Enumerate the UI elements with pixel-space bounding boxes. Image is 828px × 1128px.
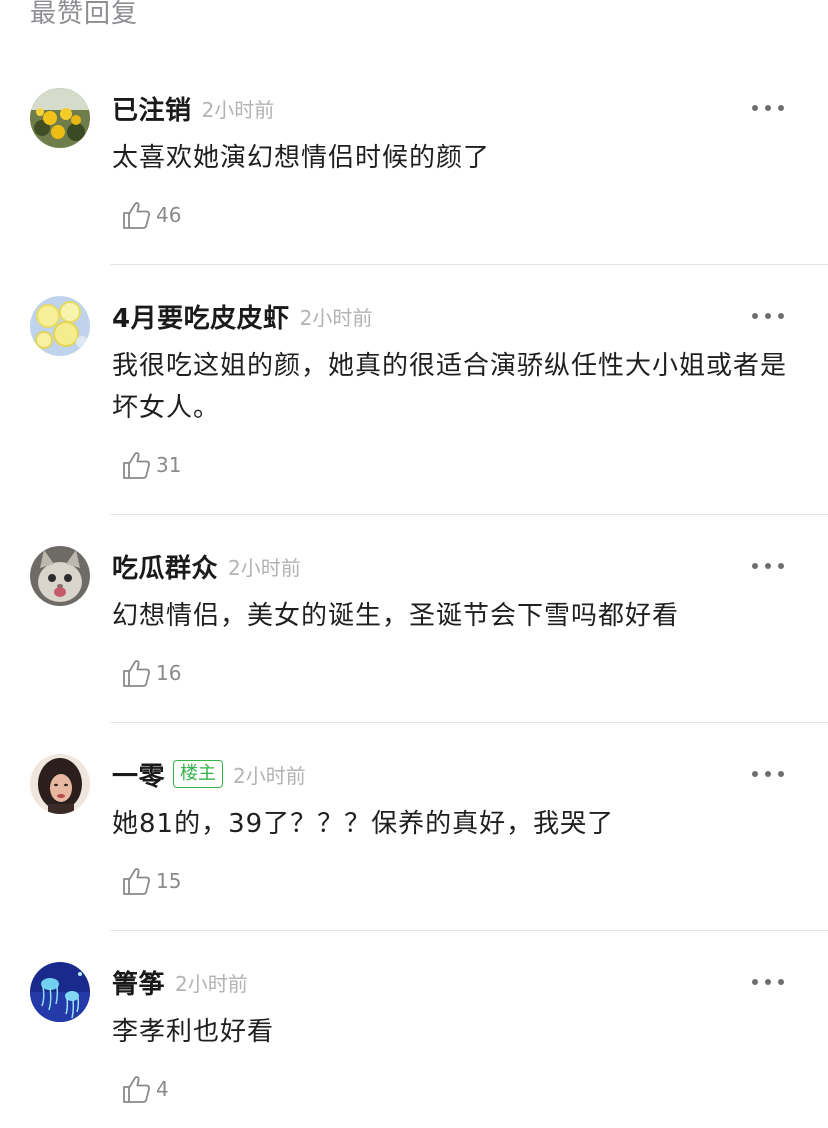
like-button[interactable]: 31 [120,448,181,482]
like-count: 4 [156,1077,169,1101]
section-title: 最赞回复 [30,0,139,29]
lemon-slices-avatar[interactable] [30,296,90,356]
like-button[interactable]: 15 [120,864,181,898]
op-badge: 楼主 [173,760,224,788]
like-button[interactable]: 46 [120,198,181,232]
like-button[interactable]: 4 [120,1072,169,1106]
jellyfish-avatar[interactable] [30,962,90,1022]
more-options-icon[interactable] [752,556,784,576]
more-options-icon[interactable] [752,98,784,118]
thumbs-up-icon [123,202,151,229]
comment-text: 她81的，39了？？？保养的真好，我哭了 [112,809,615,839]
username[interactable]: 吃瓜群众 [112,548,218,585]
divider [110,264,828,265]
cat-avatar[interactable] [30,546,90,606]
more-options-icon[interactable] [752,306,784,326]
divider [110,930,828,931]
username[interactable]: 箐筝 [112,964,165,1001]
timestamp: 2小时前 [175,971,248,996]
like-button[interactable]: 16 [120,656,181,690]
thumbs-up-icon [123,1076,151,1103]
timestamp: 2小时前 [299,305,373,330]
username[interactable]: 一零 [112,756,165,793]
comment-text: 我很吃这姐的颜，她真的很适合演骄纵任性大小姐或者是坏女人。 [112,351,788,423]
yellow-roses-avatar[interactable] [30,88,90,148]
thumbs-up-icon [123,660,151,687]
divider [110,514,828,515]
comment-header: 一零 楼主 2小时前 [112,754,306,794]
timestamp: 2小时前 [201,97,275,122]
like-count: 16 [156,661,182,685]
comment-text: 李孝利也好看 [112,1017,275,1047]
timestamp: 2小时前 [228,555,301,580]
comment-header: 箐筝 2小时前 [112,962,248,1002]
more-options-icon[interactable] [752,764,784,784]
comment-header: 已注销 2小时前 [112,88,274,128]
thumbs-up-icon [123,452,151,479]
comment-header: 吃瓜群众 2小时前 [112,546,301,586]
woman-portrait-avatar[interactable] [30,754,90,814]
divider [110,722,828,723]
comment-text: 幻想情侣，美女的诞生，圣诞节会下雪吗都好看 [112,601,680,631]
comment-header: 4月要吃皮皮虾 2小时前 [112,296,372,336]
username[interactable]: 4月要吃皮皮虾 [112,298,290,335]
like-count: 15 [156,869,182,893]
comment-text: 太喜欢她演幻想情侣时候的颜了 [112,143,491,173]
like-count: 31 [156,453,182,477]
like-count: 46 [156,203,182,227]
username[interactable]: 已注销 [112,90,192,127]
timestamp: 2小时前 [233,763,306,788]
thumbs-up-icon [123,868,151,895]
more-options-icon[interactable] [752,972,784,992]
